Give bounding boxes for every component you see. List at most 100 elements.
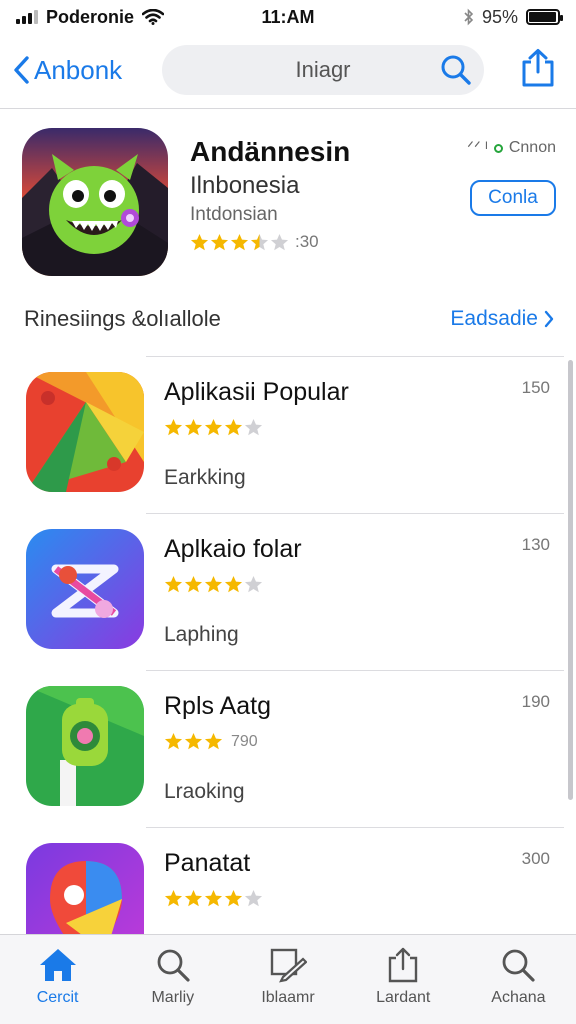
app-rating xyxy=(164,889,271,908)
star-icon xyxy=(224,889,243,907)
row-divider xyxy=(146,670,564,671)
bluetooth-icon xyxy=(464,8,474,26)
star-icon xyxy=(184,889,203,907)
battery-icon xyxy=(526,9,563,25)
app-category: Earkking xyxy=(164,466,246,489)
star-icon xyxy=(224,575,243,593)
tab-label: Cercit xyxy=(36,989,79,1006)
star-icon xyxy=(164,418,183,436)
star-icon xyxy=(270,233,289,250)
monster-app-icon[interactable] xyxy=(22,128,168,276)
star-icon xyxy=(204,418,223,436)
status-bar: Poderonie 11:AM 95% xyxy=(0,0,576,34)
featured-meta: ᐟᐟ ᴵ Cnnon xyxy=(467,138,556,158)
star-icon xyxy=(210,233,229,250)
app-name[interactable]: Aplkaio folar xyxy=(164,535,302,564)
star-icon xyxy=(250,233,269,250)
app-row[interactable]: Aplkaio folar Laphing 130 xyxy=(0,513,576,670)
star-icon xyxy=(204,889,223,907)
meta-marks: ᐟᐟ ᴵ xyxy=(467,140,488,157)
tab-home[interactable]: Cercit xyxy=(0,935,115,1024)
tab-label: Lardant xyxy=(376,989,431,1006)
rating-count: :30 xyxy=(295,232,319,251)
row-divider xyxy=(146,827,564,828)
share-button[interactable] xyxy=(520,48,556,93)
see-all-link[interactable]: Eadsadie xyxy=(450,307,554,331)
app-rating: 790 xyxy=(164,732,258,751)
chevron-left-icon xyxy=(14,56,29,84)
app-name[interactable]: Rpls Aatg xyxy=(164,692,271,721)
tab-bar: Cercit Marliy Iblaamr Lardant Achana xyxy=(0,934,576,1024)
home-icon xyxy=(39,949,76,981)
featured-developer: Intdonsian xyxy=(190,204,278,225)
scrollbar[interactable] xyxy=(568,360,573,800)
star-rating xyxy=(164,732,223,751)
share-icon xyxy=(522,48,554,86)
get-button[interactable]: Conla xyxy=(470,180,556,216)
app-category: Laphing xyxy=(164,623,239,646)
star-icon xyxy=(204,575,223,593)
carrier-label: Poderonie xyxy=(46,6,135,27)
tracker-app-icon[interactable] xyxy=(26,686,144,806)
star-icon xyxy=(204,732,223,750)
featured-title[interactable]: Andännesin xyxy=(190,136,350,168)
search-icon[interactable] xyxy=(440,54,472,86)
app-category: Lraoking xyxy=(164,780,245,803)
section-header: Rinesiings &olıallole Eadsadie xyxy=(24,306,554,332)
edit-icon xyxy=(270,948,307,983)
link-app-icon[interactable] xyxy=(26,529,144,649)
search-field[interactable]: Iniagr xyxy=(162,45,484,95)
app-row[interactable]: Aplikasii Popular Earkking 150 xyxy=(0,356,576,513)
star-icon xyxy=(244,575,263,593)
star-icon xyxy=(164,889,183,907)
share-icon xyxy=(389,947,418,983)
status-right: 95% xyxy=(360,6,563,28)
star-icon xyxy=(224,418,243,436)
back-button[interactable]: Anbonk xyxy=(12,55,162,86)
status-time: 11:AM xyxy=(261,6,315,27)
search-icon xyxy=(157,949,190,982)
online-dot-icon xyxy=(493,143,503,153)
star-icon xyxy=(164,575,183,593)
app-name[interactable]: Aplikasii Popular xyxy=(164,378,349,407)
tab-label: Marliy xyxy=(151,989,195,1006)
app-size: 190 xyxy=(521,692,550,711)
app-name[interactable]: Panatat xyxy=(164,849,250,878)
app-size: 300 xyxy=(521,849,550,868)
star-icon xyxy=(190,233,209,250)
search-icon xyxy=(503,949,536,982)
triangle-app-icon[interactable] xyxy=(26,372,144,492)
star-icon xyxy=(230,233,249,250)
star-icon xyxy=(244,418,263,436)
app-list: Aplikasii Popular Earkking 150 Aplkaio f… xyxy=(0,356,576,984)
star-icon xyxy=(184,575,203,593)
app-row[interactable]: Rpls Aatg 790 Lraoking 190 xyxy=(0,670,576,827)
battery-percent: 95% xyxy=(481,6,518,27)
app-size: 150 xyxy=(521,378,550,397)
tab-label: Iblaamr xyxy=(261,989,315,1006)
tab-search-alt[interactable]: Achana xyxy=(461,935,576,1024)
see-all-label: Eadsadie xyxy=(450,307,538,330)
row-divider xyxy=(146,513,564,514)
wifi-icon xyxy=(142,9,165,25)
star-icon xyxy=(184,418,203,436)
tab-share[interactable]: Lardant xyxy=(346,935,461,1024)
nav-divider xyxy=(0,108,576,109)
row-divider xyxy=(146,356,564,357)
featured-subtitle: Ilnbonesia xyxy=(190,172,300,199)
tab-label: Achana xyxy=(491,989,546,1006)
search-text: Iniagr xyxy=(295,57,351,82)
section-title: Rinesiings &olıallole xyxy=(24,306,221,331)
status-left: Poderonie xyxy=(16,7,216,28)
star-rating xyxy=(164,418,263,437)
app-size: 130 xyxy=(521,535,550,554)
back-label: Anbonk xyxy=(34,54,123,85)
rating-count: 790 xyxy=(231,732,258,750)
tab-search[interactable]: Marliy xyxy=(115,935,230,1024)
star-icon xyxy=(244,889,263,907)
app-rating xyxy=(164,418,271,437)
tab-edit[interactable]: Iblaamr xyxy=(230,935,345,1024)
app-rating xyxy=(164,575,271,594)
star-rating xyxy=(164,575,263,594)
featured-app[interactable]: Andännesin Ilnbonesia Intdonsian :30 ᐟᐟ … xyxy=(22,128,562,278)
